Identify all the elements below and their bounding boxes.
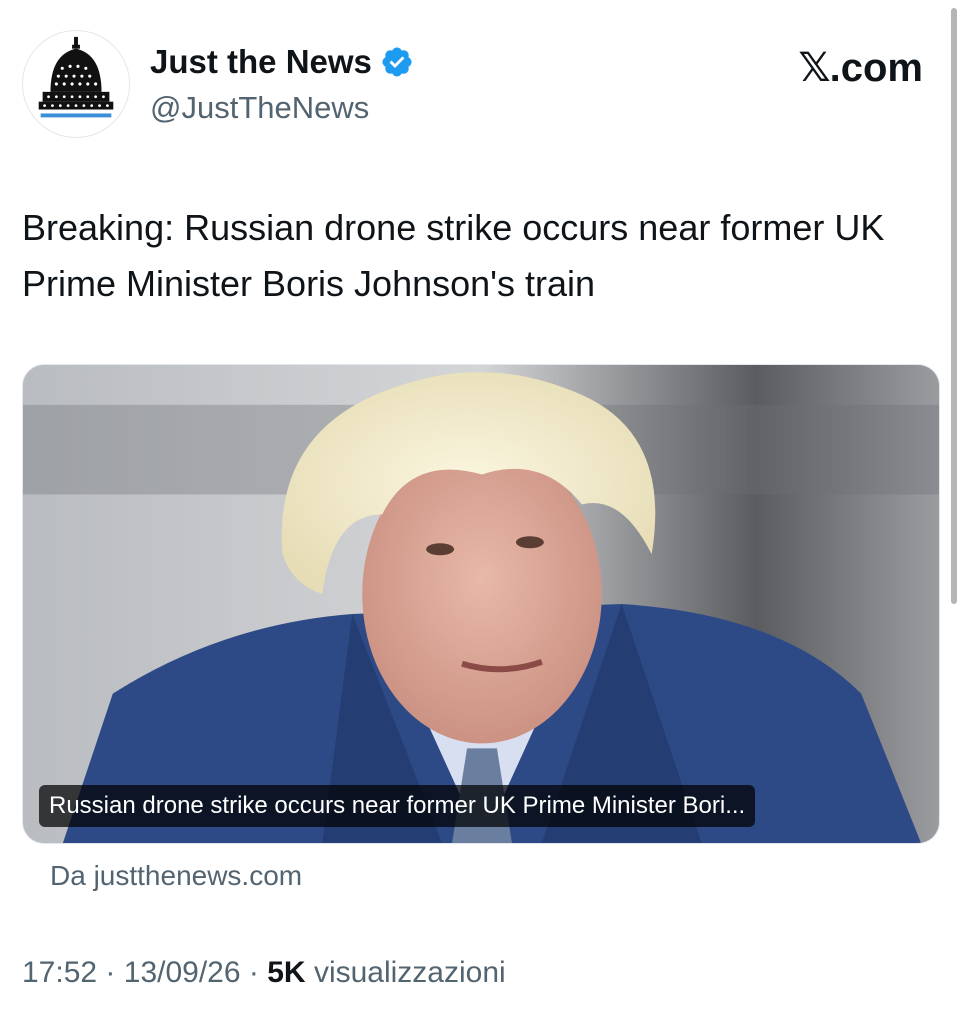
verified-badge-icon xyxy=(382,47,412,77)
card-source-link[interactable]: Da justthenews.com xyxy=(50,856,302,896)
x-logo-icon: 𝕏 xyxy=(798,45,830,91)
display-name-text: Just the News xyxy=(150,43,372,80)
views-count: 5K xyxy=(267,956,306,989)
tweet-time[interactable]: 17:52 xyxy=(22,956,97,989)
meta-separator: · xyxy=(105,956,116,989)
tweet-date[interactable]: 13/09/26 xyxy=(124,956,241,989)
capitol-dome-icon xyxy=(38,36,114,118)
account-handle[interactable]: @JustTheNews xyxy=(150,88,369,128)
brand-logo: 𝕏.com xyxy=(798,44,923,92)
avatar[interactable] xyxy=(22,30,130,138)
tweet-meta: 17:52 · 13/09/26 · 5K visualizzazioni xyxy=(22,952,506,994)
link-card[interactable]: Russian drone strike occurs near former … xyxy=(22,364,940,844)
card-caption: Russian drone strike occurs near former … xyxy=(39,785,756,827)
views-label: visualizzazioni xyxy=(313,956,506,989)
meta-separator: · xyxy=(248,956,259,989)
brand-suffix: .com xyxy=(829,46,923,90)
article-photo xyxy=(23,365,939,843)
tweet-text: Breaking: Russian drone strike occurs ne… xyxy=(22,207,885,304)
scrollbar[interactable] xyxy=(951,8,957,604)
display-name[interactable]: Just the News xyxy=(150,40,414,84)
